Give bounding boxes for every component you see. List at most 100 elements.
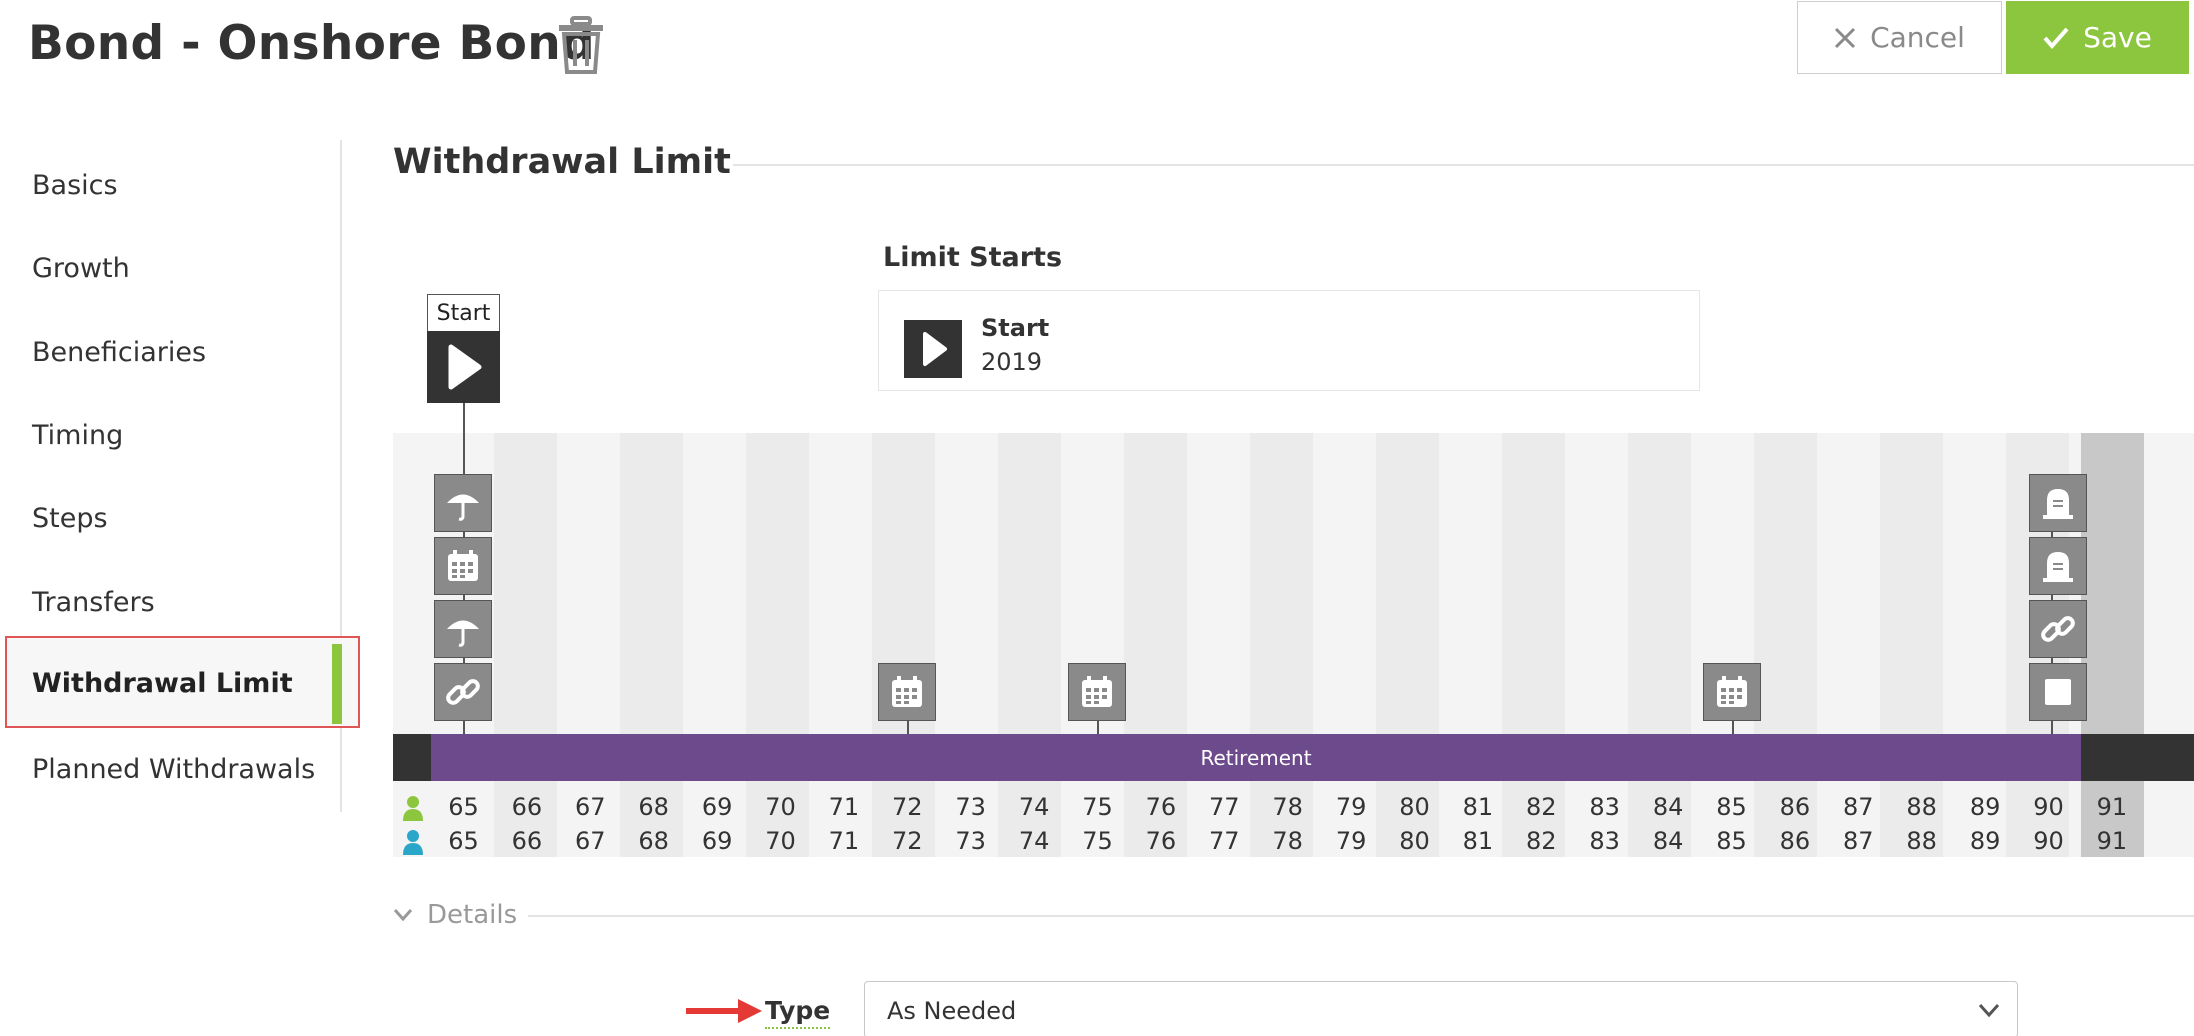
age-value: 70: [765, 793, 796, 821]
sidebar-item-timing[interactable]: Timing: [32, 420, 123, 451]
details-label: Details: [427, 900, 518, 930]
age-value: 66: [511, 793, 543, 821]
event-headstone[interactable]: [2029, 474, 2087, 532]
chevron-down-icon: [393, 909, 413, 922]
age-value: 73: [955, 827, 986, 855]
event-link[interactable]: [434, 663, 492, 721]
limit-starts-title: Limit Starts: [883, 242, 1063, 273]
event-connector: [907, 720, 909, 734]
sidebar-item-steps[interactable]: Steps: [32, 503, 108, 534]
event-stop[interactable]: [2029, 663, 2087, 721]
event-umbrella[interactable]: [434, 474, 492, 532]
age-value: 89: [1969, 827, 2001, 855]
active-indicator: [332, 644, 342, 724]
save-label: Save: [2083, 21, 2152, 54]
event-connector: [1097, 720, 1099, 734]
cancel-label: Cancel: [1870, 21, 1965, 54]
age-value: 88: [1906, 793, 1937, 821]
age-value: 78: [1272, 793, 1303, 821]
sidebar-item-transfers[interactable]: Transfers: [32, 587, 155, 618]
age-value: 90: [2033, 827, 2064, 855]
type-select[interactable]: As Needed: [864, 981, 2018, 1036]
age-value: 79: [1335, 827, 1367, 855]
play-icon: [904, 320, 962, 378]
limit-start-year: 2019: [981, 348, 1043, 376]
event-link[interactable]: [2029, 600, 2087, 658]
event-calendar[interactable]: [878, 663, 936, 721]
link-icon: [446, 679, 480, 705]
age-value: 82: [1526, 793, 1557, 821]
section-divider: [733, 164, 2194, 166]
save-button[interactable]: Save: [2006, 1, 2189, 74]
age-value: 84: [1652, 827, 1684, 855]
age-value: 68: [638, 827, 669, 855]
age-value: 85: [1716, 827, 1747, 855]
retirement-band[interactable]: Retirement: [431, 734, 2081, 781]
age-value: 67: [575, 793, 606, 821]
age-value: 70: [765, 827, 796, 855]
age-value: 65: [448, 793, 479, 821]
age-value: 78: [1272, 827, 1303, 855]
annotation-arrow-icon: [686, 999, 762, 1023]
start-marker[interactable]: [427, 331, 500, 403]
age-value: 65: [448, 827, 479, 855]
age-value: 69: [701, 827, 733, 855]
age-value: 85: [1716, 793, 1747, 821]
age-value: 71: [828, 827, 860, 855]
age-value: 83: [1589, 793, 1620, 821]
close-icon: [1835, 27, 1856, 48]
age-value: 86: [1779, 827, 1811, 855]
age-value: 68: [638, 793, 669, 821]
age-value: 73: [955, 793, 986, 821]
limit-starts-card[interactable]: Start 2019: [878, 290, 1700, 391]
event-headstone[interactable]: [2029, 537, 2087, 595]
age-value: 76: [1145, 827, 1177, 855]
trash-icon: [559, 16, 603, 74]
age-value: 89: [1969, 793, 2001, 821]
age-value: 71: [828, 793, 860, 821]
sidebar-item-withdrawal-limit[interactable]: Withdrawal Limit: [5, 636, 360, 728]
age-value: 80: [1399, 827, 1430, 855]
event-umbrella[interactable]: [434, 600, 492, 658]
check-icon: [2043, 27, 2069, 49]
calendar-icon: [1717, 676, 1747, 707]
chevron-down-icon: [1978, 1003, 2000, 1018]
calendar-icon: [448, 550, 478, 581]
age-value: 72: [892, 827, 923, 855]
umbrella-icon: [447, 620, 479, 647]
age-value: 81: [1462, 793, 1494, 821]
details-divider: [528, 915, 2194, 917]
age-value: 77: [1209, 827, 1240, 855]
event-calendar[interactable]: [1068, 663, 1126, 721]
age-value: 67: [575, 827, 606, 855]
age-value: 72: [892, 793, 923, 821]
calendar-icon: [1082, 676, 1112, 707]
limit-start-event: Start: [981, 314, 1050, 342]
sidebar-item-basics[interactable]: Basics: [32, 170, 118, 201]
age-row-person1: 65 66 67 68 69 70 71 72 73 74 75 76 77 78 79 80 81 82 83 84…: [393, 793, 2194, 827]
event-calendar[interactable]: [1703, 663, 1761, 721]
age-value: 75: [1082, 827, 1113, 855]
age-value: 81: [1462, 827, 1494, 855]
calendar-icon: [892, 676, 922, 707]
sidebar-item-beneficiaries[interactable]: Beneficiaries: [32, 337, 206, 368]
details-toggle[interactable]: Details: [393, 900, 517, 930]
age-value: 66: [511, 827, 543, 855]
event-connector: [1732, 720, 1734, 734]
type-label: Type: [765, 996, 831, 1029]
start-marker-label: Start: [427, 294, 500, 332]
age-value: 77: [1209, 793, 1240, 821]
sidebar-item-planned-withdrawals[interactable]: Planned Withdrawals: [32, 754, 315, 785]
age-value: 69: [701, 793, 733, 821]
play-icon: [448, 344, 482, 390]
age-value: 75: [1082, 793, 1113, 821]
sidebar-item-label: Withdrawal Limit: [32, 668, 293, 699]
delete-button[interactable]: [557, 16, 605, 74]
age-value: 91: [2096, 827, 2128, 855]
age-value: 91: [2096, 793, 2128, 821]
event-calendar[interactable]: [434, 537, 492, 595]
headstone-icon: [2043, 489, 2073, 519]
sidebar-item-growth[interactable]: Growth: [32, 253, 130, 284]
umbrella-icon: [447, 494, 479, 521]
cancel-button[interactable]: Cancel: [1797, 1, 2002, 74]
